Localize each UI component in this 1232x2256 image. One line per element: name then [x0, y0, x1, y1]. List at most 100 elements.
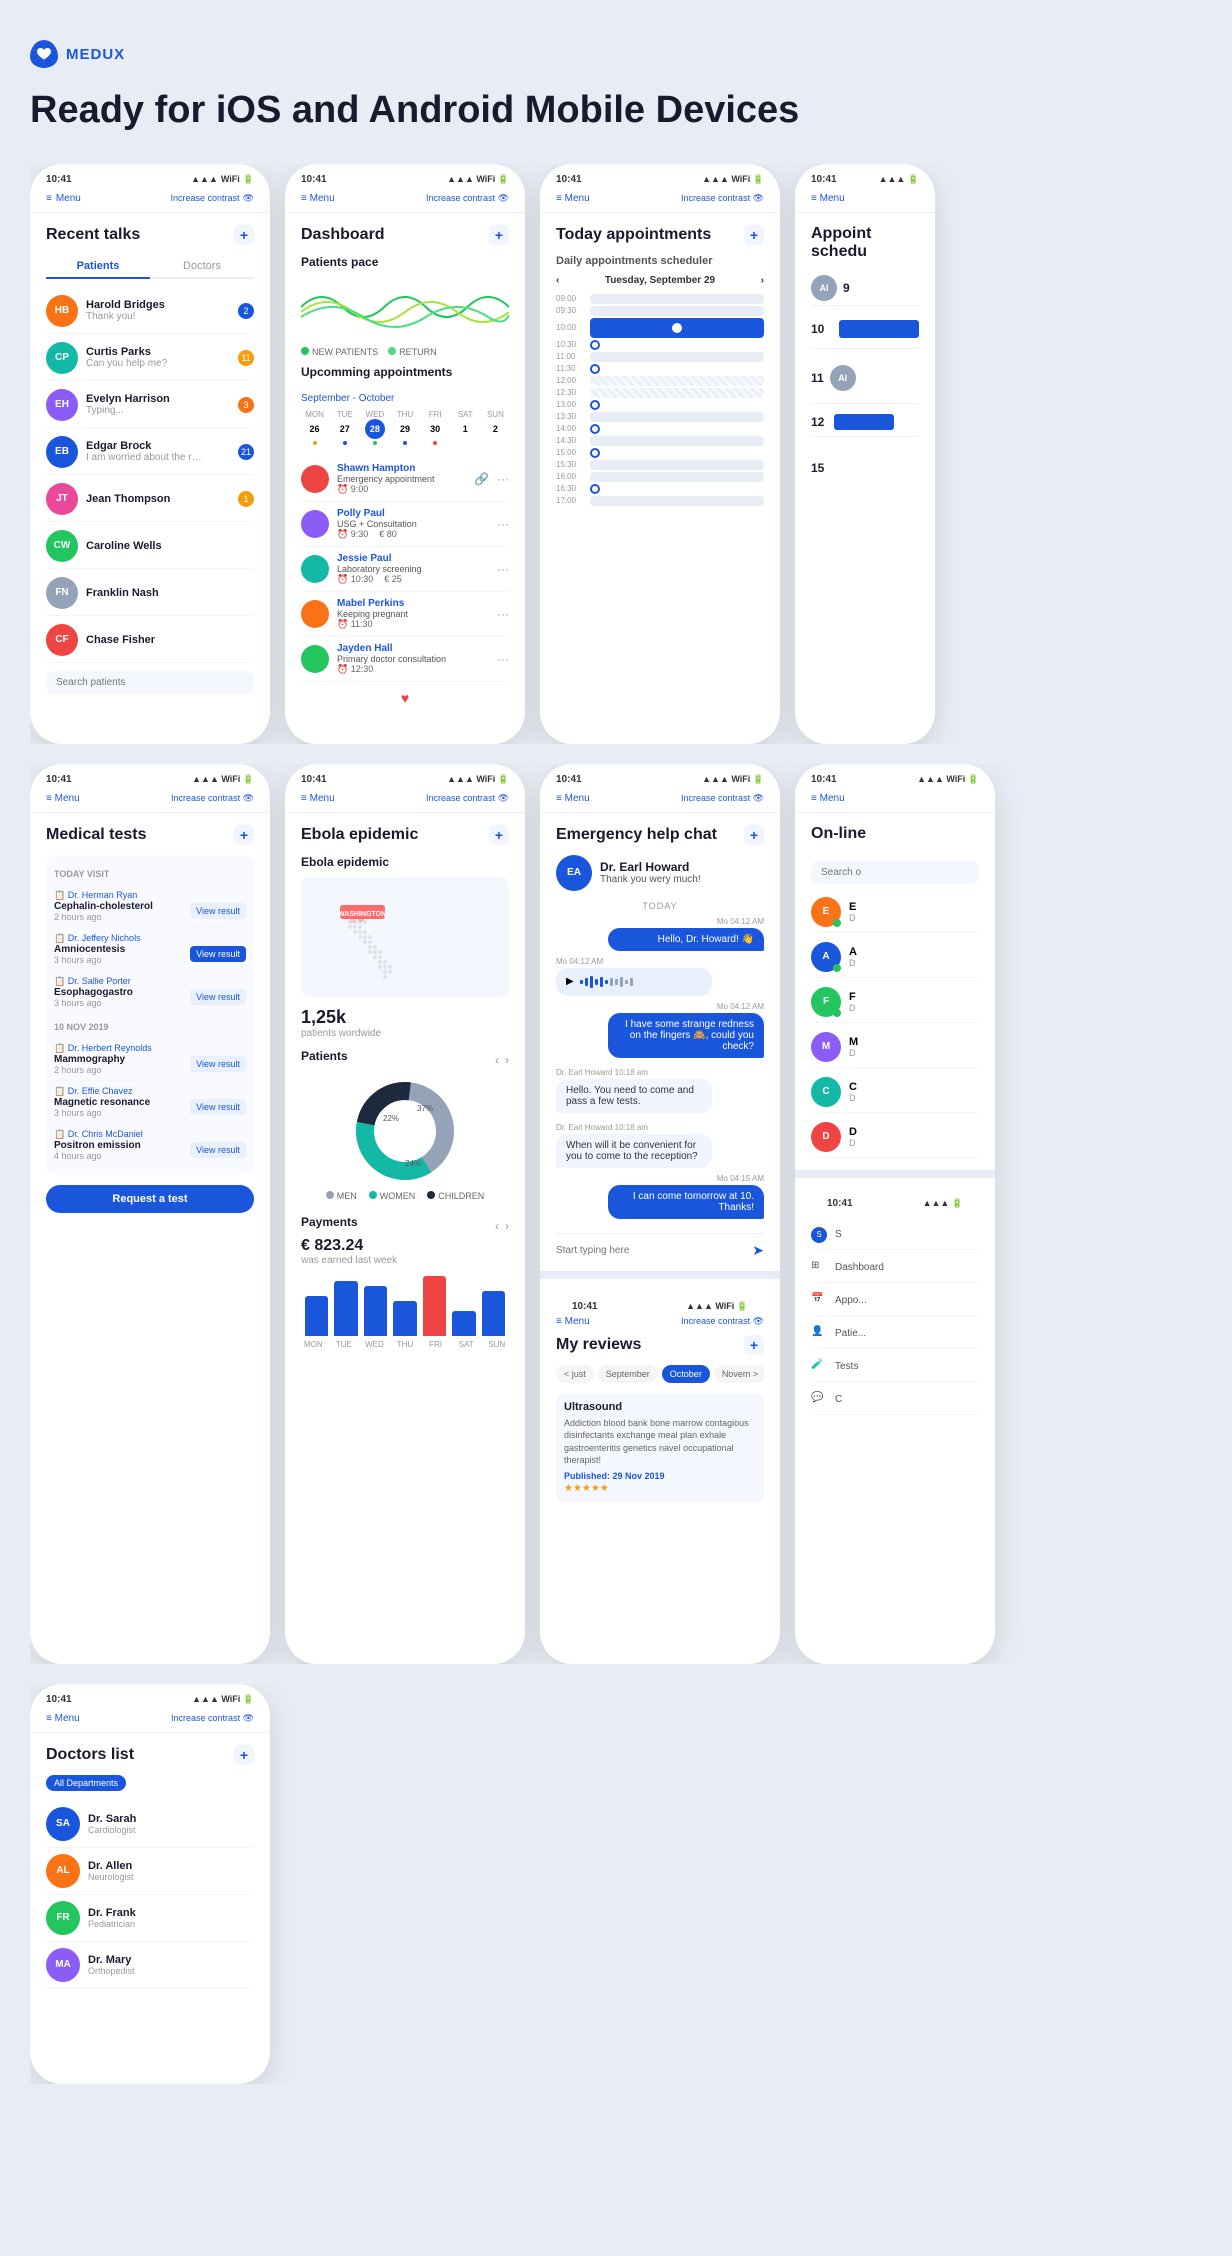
september-tab[interactable]: September	[598, 1365, 658, 1383]
doctor-item[interactable]: MA Dr. Mary Orthopedist	[46, 1942, 254, 1989]
nov-tab[interactable]: Novem >	[714, 1365, 764, 1383]
add-appt-button[interactable]: +	[744, 225, 764, 245]
more-icon[interactable]: ···	[497, 652, 509, 666]
view-result-btn[interactable]: View result	[190, 1099, 246, 1115]
menu-button-6[interactable]: ≡ Menu	[301, 793, 335, 804]
patients-title: Patients	[301, 1049, 348, 1063]
list-item[interactable]: CP Curtis Parks Can you help me? 11	[46, 336, 254, 381]
list-item[interactable]: EB Edgar Brock I am worried about the re…	[46, 430, 254, 475]
list-item[interactable]: JT Jean Thompson 1	[46, 477, 254, 522]
add-chat-button[interactable]: +	[744, 825, 764, 845]
next-payment-btn[interactable]: ›	[505, 1219, 509, 1233]
contrast-button-1[interactable]: Increase contrast 👁	[171, 193, 254, 204]
menu-button-2[interactable]: ≡ Menu	[301, 193, 335, 204]
online-indicator	[833, 1009, 841, 1017]
nav-item-appointments[interactable]: 📅 Appo...	[811, 1287, 979, 1316]
add-doctor-button[interactable]: +	[234, 1745, 254, 1765]
appointment-item[interactable]: Shawn Hampton Emergency appointment ⏰ 9:…	[301, 457, 509, 502]
chat-info: Jean Thompson	[86, 493, 230, 505]
doctor-item[interactable]: SA Dr. Sarah Cardiologist	[46, 1801, 254, 1848]
chat-info: Chase Fisher	[86, 634, 254, 646]
request-test-button[interactable]: Request a test	[46, 1185, 254, 1213]
online-item[interactable]: A A D	[811, 937, 979, 978]
october-tab[interactable]: October	[662, 1365, 710, 1383]
tests-icon: 🧪	[811, 1359, 827, 1375]
prev-btn[interactable]: ‹	[495, 1053, 499, 1067]
menu-button-4[interactable]: ≡ Menu	[811, 193, 845, 204]
reviews-header: ≡ Menu Increase contrast 👁	[556, 1316, 764, 1327]
payment-amount: € 823.24	[301, 1237, 509, 1255]
menu-button-1[interactable]: ≡ Menu	[46, 193, 81, 204]
tab-doctors[interactable]: Doctors	[150, 255, 254, 277]
online-item[interactable]: F F D	[811, 982, 979, 1023]
next-btn[interactable]: ›	[505, 1053, 509, 1067]
view-result-btn[interactable]: View result	[190, 1142, 246, 1158]
prev-payment-btn[interactable]: ‹	[495, 1219, 499, 1233]
reviews-section: 10:41 ▲▲▲ WiFi 🔋 ≡ Menu Increase contras…	[540, 1271, 780, 1522]
add-talk-button[interactable]: +	[234, 225, 254, 245]
menu-button-8[interactable]: ≡ Menu	[811, 793, 845, 804]
appointment-item[interactable]: Polly Paul USG + Consultation ⏰ 9:30 € 8…	[301, 502, 509, 547]
menu-button-3[interactable]: ≡ Menu	[556, 193, 590, 204]
prev-month-icon[interactable]: ‹	[556, 275, 559, 286]
view-result-btn[interactable]: View result	[190, 989, 246, 1005]
nav-item-dashboard[interactable]: ⊞ Dashboard	[811, 1254, 979, 1283]
contrast-button-7[interactable]: Increase contrast 👁	[681, 793, 764, 804]
appointment-item[interactable]: Jayden Hall Primary doctor consultation …	[301, 637, 509, 682]
test-item: 📋 Dr. Chris McDaniel Positron emission 4…	[54, 1124, 246, 1167]
contrast-button-9[interactable]: Increase contrast 👁	[171, 1713, 254, 1724]
contrast-button-5[interactable]: Increase contrast 👁	[171, 793, 254, 804]
view-result-btn[interactable]: View result	[190, 1056, 246, 1072]
add-dashboard-button[interactable]: +	[489, 225, 509, 245]
online-item[interactable]: C C D	[811, 1072, 979, 1113]
logo-icon	[30, 40, 58, 68]
menu-button-9[interactable]: ≡ Menu	[46, 1713, 80, 1724]
menu-button-5[interactable]: ≡ Menu	[46, 793, 80, 804]
list-item[interactable]: FN Franklin Nash	[46, 571, 254, 616]
nav-item-s[interactable]: S S	[811, 1221, 979, 1250]
doctor-status: Thank you wery much!	[600, 874, 701, 885]
list-item[interactable]: HB Harold Bridges Thank you! 2	[46, 289, 254, 334]
tab-patients[interactable]: Patients	[46, 255, 150, 279]
nav-item-c[interactable]: 💬 C	[811, 1386, 979, 1415]
test-item: 📋 Dr. Sallie Porter Esophagogastro 3 hou…	[54, 971, 246, 1014]
online-item[interactable]: M M D	[811, 1027, 979, 1068]
stat-label: patients wordwide	[301, 1028, 509, 1039]
menu-button-7[interactable]: ≡ Menu	[556, 793, 590, 804]
doctors-list-title: Doctors list +	[46, 1745, 254, 1765]
dept-tab-all[interactable]: All Departments	[46, 1775, 126, 1791]
online-item[interactable]: D D D	[811, 1117, 979, 1158]
next-month-icon[interactable]: ›	[761, 275, 764, 286]
doctor-item[interactable]: FR Dr. Frank Pediatrician	[46, 1895, 254, 1942]
more-icon[interactable]: ···	[497, 472, 509, 486]
appointment-item[interactable]: Mabel Perkins Keeping pregnant ⏰ 11:30 ·…	[301, 592, 509, 637]
prev-tab[interactable]: < just	[556, 1365, 594, 1383]
ebola-title: Ebola epidemic +	[301, 825, 509, 845]
nav-item-tests[interactable]: 🧪 Tests	[811, 1353, 979, 1382]
more-icon[interactable]: ···	[497, 517, 509, 531]
online-item[interactable]: E E D	[811, 892, 979, 933]
list-item[interactable]: CW Caroline Wells	[46, 524, 254, 569]
nav-item-patients[interactable]: 👤 Patie...	[811, 1320, 979, 1349]
list-item[interactable]: CF Chase Fisher	[46, 618, 254, 663]
appointment-item[interactable]: Jessie Paul Laboratory screening ⏰ 10:30…	[301, 547, 509, 592]
add-ebola-button[interactable]: +	[489, 825, 509, 845]
view-result-btn[interactable]: View result	[190, 903, 246, 919]
contrast-button-2[interactable]: Increase contrast 👁	[426, 193, 509, 204]
add-review-button[interactable]: +	[744, 1335, 764, 1355]
chat-input[interactable]	[556, 1245, 752, 1256]
view-result-btn[interactable]: View result	[190, 946, 246, 962]
more-icon[interactable]: ···	[497, 562, 509, 576]
search-online-input[interactable]	[811, 861, 979, 884]
add-test-button[interactable]: +	[234, 825, 254, 845]
phones-row-3: 10:41 ▲▲▲ WiFi 🔋 ≡ Menu Increase contras…	[30, 1684, 1202, 2084]
list-item[interactable]: EH Evelyn Harrison Typing... 3	[46, 383, 254, 428]
payments-section: Payments ‹ › € 823.24 was earned last we…	[301, 1215, 509, 1349]
doctor-item[interactable]: AL Dr. Allen Neurologist	[46, 1848, 254, 1895]
more-icon[interactable]: ···	[497, 607, 509, 621]
chat-info: Curtis Parks Can you help me?	[86, 346, 230, 369]
search-input[interactable]	[46, 671, 254, 694]
contrast-button-3[interactable]: Increase contrast 👁	[681, 193, 764, 204]
send-icon[interactable]: ➤	[752, 1242, 764, 1259]
contrast-button-6[interactable]: Increase contrast 👁	[426, 793, 509, 804]
